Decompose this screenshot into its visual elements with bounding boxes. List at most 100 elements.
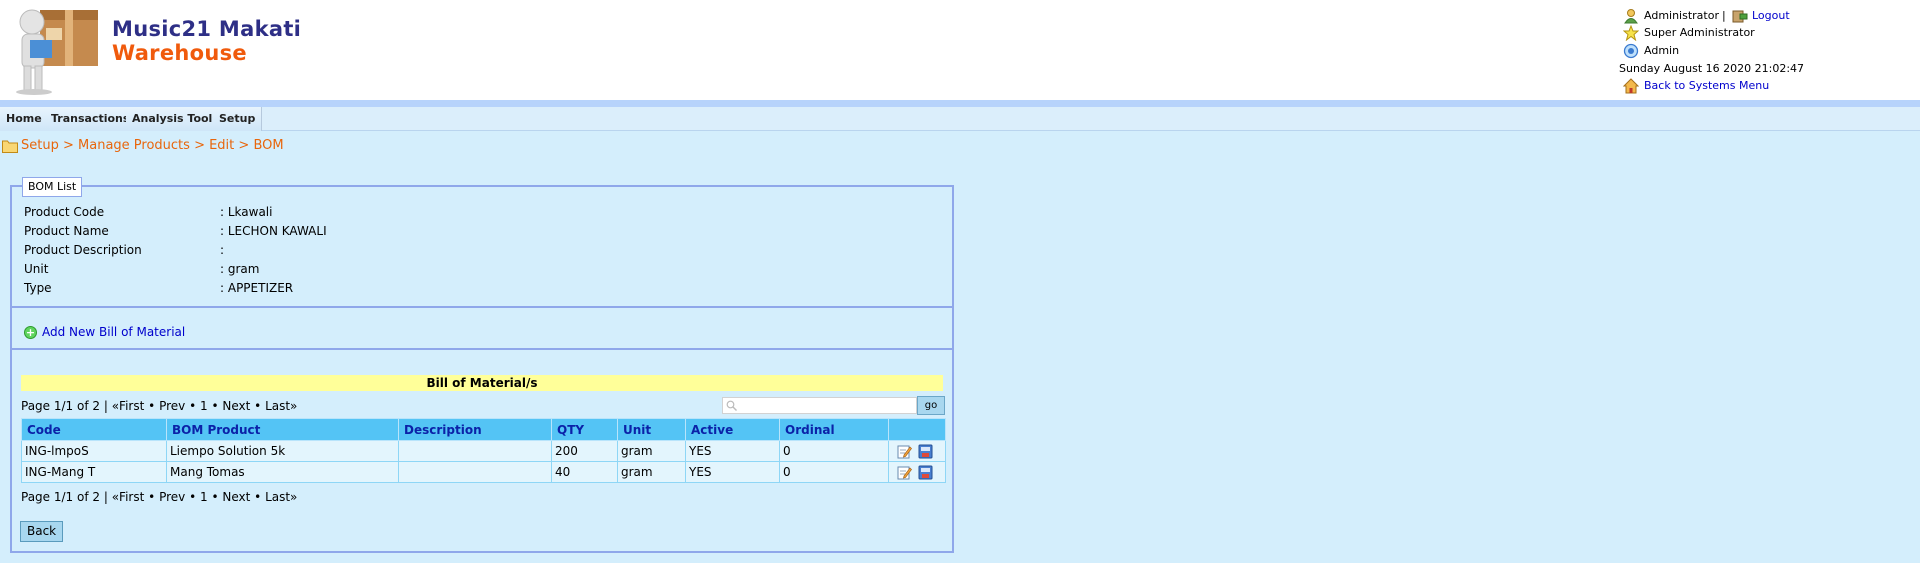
cell-product: Liempo Solution 5k bbox=[166, 440, 399, 462]
product-description-label: Product Description bbox=[24, 243, 142, 257]
section-divider bbox=[12, 306, 952, 308]
col-code[interactable]: Code bbox=[21, 418, 167, 441]
breadcrumb-sep: > bbox=[194, 138, 210, 153]
breadcrumb-setup[interactable]: Setup bbox=[21, 138, 59, 153]
header-divider bbox=[0, 100, 1920, 107]
cell-code: ING-lmpoS bbox=[21, 440, 167, 462]
user-role: Super Administrator bbox=[1644, 26, 1755, 39]
type-value: : APPETIZER bbox=[220, 281, 294, 295]
app-title: Music21 Makati bbox=[112, 17, 302, 41]
go-button[interactable]: go bbox=[917, 396, 945, 415]
cell-description bbox=[398, 461, 552, 483]
edit-icon[interactable] bbox=[897, 465, 912, 480]
pager-last[interactable]: Last» bbox=[265, 490, 297, 504]
cell-ordinal: 0 bbox=[779, 461, 889, 483]
col-bom-product[interactable]: BOM Product bbox=[166, 418, 399, 441]
add-new-bom-label: Add New Bill of Material bbox=[42, 325, 186, 339]
col-active[interactable]: Active bbox=[685, 418, 780, 441]
type-label: Type bbox=[24, 281, 52, 295]
col-description[interactable]: Description bbox=[398, 418, 552, 441]
back-button[interactable]: Back bbox=[20, 521, 64, 542]
pager-info: Page 1/1 of 2 bbox=[21, 490, 101, 504]
product-description-value: : bbox=[220, 243, 225, 257]
user-icon bbox=[1624, 9, 1638, 24]
username: Administrator bbox=[1644, 9, 1719, 22]
search-input[interactable] bbox=[741, 398, 911, 413]
unit-label: Unit bbox=[24, 262, 49, 276]
col-qty[interactable]: QTY bbox=[551, 418, 618, 441]
product-name-value: : LECHON KAWALI bbox=[220, 224, 327, 238]
table-row: ING-lmpoS Liempo Solution 5k 200 gram YE… bbox=[21, 440, 946, 462]
col-unit[interactable]: Unit bbox=[617, 418, 686, 441]
logout-link[interactable]: Logout bbox=[1752, 8, 1790, 24]
nav-home[interactable]: Home bbox=[0, 107, 49, 131]
cell-active: YES bbox=[685, 461, 780, 483]
breadcrumb-edit[interactable]: Edit bbox=[209, 138, 234, 153]
breadcrumb-bom: BOM bbox=[253, 138, 284, 153]
pager-last[interactable]: Last» bbox=[265, 399, 297, 413]
nav-setup[interactable]: Setup bbox=[213, 107, 263, 131]
edit-icon[interactable] bbox=[897, 444, 912, 459]
delete-icon[interactable] bbox=[918, 444, 933, 459]
cell-code: ING-Mang T bbox=[21, 461, 167, 483]
breadcrumb-manage-products[interactable]: Manage Products bbox=[78, 138, 190, 153]
datetime: Sunday August 16 2020 21:02:47 bbox=[1619, 62, 1805, 75]
cell-actions bbox=[888, 440, 946, 462]
cell-description bbox=[398, 440, 552, 462]
app-subtitle: Warehouse bbox=[112, 41, 247, 65]
header: Music21 Makati Warehouse Administrator |… bbox=[0, 0, 1920, 100]
logo bbox=[16, 9, 98, 95]
breadcrumb-sep: > bbox=[62, 138, 79, 153]
pager-next[interactable]: Next bbox=[222, 399, 250, 413]
pager-page[interactable]: 1 bbox=[200, 490, 208, 504]
pager-top: Page 1/1 of 2 | «First • Prev • 1 • Next… bbox=[21, 399, 298, 413]
user-group: Admin bbox=[1644, 44, 1680, 57]
bom-list-panel: BOM List Product Code : Lkawali Product … bbox=[10, 177, 954, 553]
product-name-label: Product Name bbox=[24, 224, 109, 238]
col-actions bbox=[888, 418, 946, 441]
pager-separator: | bbox=[103, 490, 108, 504]
pager-bottom: Page 1/1 of 2 | «First • Prev • 1 • Next… bbox=[21, 490, 298, 504]
delete-icon[interactable] bbox=[918, 465, 933, 480]
cell-unit: gram bbox=[617, 461, 686, 483]
group-icon bbox=[1623, 43, 1639, 59]
main-nav: Home Transactions Analysis Tools Setup bbox=[0, 107, 1920, 131]
home-icon[interactable] bbox=[1623, 78, 1639, 94]
nav-transactions[interactable]: Transactions bbox=[45, 107, 137, 131]
cell-unit: gram bbox=[617, 440, 686, 462]
product-code-label: Product Code bbox=[24, 205, 105, 219]
add-new-bom-link[interactable]: + Add New Bill of Material bbox=[24, 324, 185, 340]
search-box bbox=[722, 397, 917, 414]
panel-legend: BOM List bbox=[22, 177, 83, 197]
unit-value: : gram bbox=[220, 262, 260, 276]
plus-circle-icon: + bbox=[24, 326, 37, 339]
cell-actions bbox=[888, 461, 946, 483]
magnifier-icon bbox=[726, 400, 737, 411]
cell-product: Mang Tomas bbox=[166, 461, 399, 483]
cell-ordinal: 0 bbox=[779, 440, 889, 462]
cell-qty: 200 bbox=[551, 440, 618, 462]
back-to-systems-link[interactable]: Back to Systems Menu bbox=[1644, 78, 1769, 94]
cell-active: YES bbox=[685, 440, 780, 462]
bom-table: Code BOM Product Description QTY Unit Ac… bbox=[21, 418, 946, 483]
breadcrumb-sep: > bbox=[238, 138, 254, 153]
table-row: ING-Mang T Mang Tomas 40 gram YES 0 bbox=[21, 461, 946, 483]
logout-icon[interactable] bbox=[1732, 8, 1748, 24]
pager-first[interactable]: «First bbox=[112, 490, 145, 504]
cell-qty: 40 bbox=[551, 461, 618, 483]
section-divider bbox=[12, 348, 952, 350]
pager-page[interactable]: 1 bbox=[200, 399, 208, 413]
pager-prev[interactable]: Prev bbox=[159, 490, 185, 504]
table-header-row: Code BOM Product Description QTY Unit Ac… bbox=[21, 418, 946, 441]
pager-next[interactable]: Next bbox=[222, 490, 250, 504]
col-ordinal[interactable]: Ordinal bbox=[779, 418, 889, 441]
nav-analysis-tools[interactable]: Analysis Tools bbox=[126, 107, 226, 131]
pager-separator: | bbox=[103, 399, 108, 413]
pager-prev[interactable]: Prev bbox=[159, 399, 185, 413]
folder-icon bbox=[2, 140, 18, 153]
pager-info: Page 1/1 of 2 bbox=[21, 399, 101, 413]
user-separator: | bbox=[1722, 9, 1726, 22]
product-code-value: : Lkawali bbox=[220, 205, 273, 219]
pager-first[interactable]: «First bbox=[112, 399, 145, 413]
star-icon bbox=[1623, 25, 1639, 41]
